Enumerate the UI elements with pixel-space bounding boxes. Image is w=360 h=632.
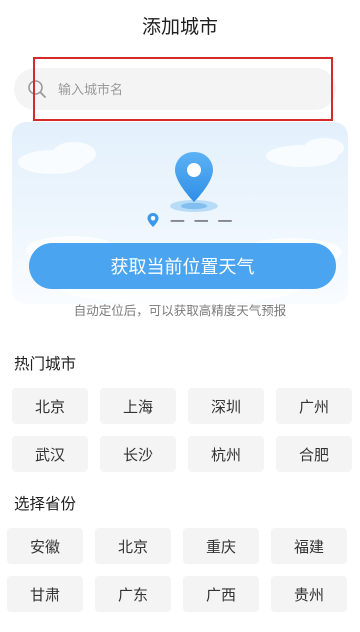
province-chip[interactable]: 广东 [95,576,171,612]
search-input[interactable] [56,68,320,112]
hot-city-chip[interactable]: 北京 [12,388,88,424]
province-chip[interactable]: 重庆 [183,528,259,564]
provinces-title: 选择省份 [14,495,77,513]
province-chip[interactable]: 甘肃 [7,576,83,612]
hot-city-chip[interactable]: 上海 [100,388,176,424]
hot-city-chip[interactable]: 长沙 [100,436,176,472]
hot-city-chip[interactable]: 深圳 [188,388,264,424]
provinces-grid: 安徽 北京 重庆 福建 甘肃 广东 广西 贵州 [7,528,347,612]
hot-city-chip[interactable]: 广州 [276,388,352,424]
province-chip[interactable]: 广西 [183,576,259,612]
hot-city-chip[interactable]: 杭州 [188,436,264,472]
province-chip[interactable]: 北京 [95,528,171,564]
province-chip[interactable]: 福建 [271,528,347,564]
hot-cities-grid: 北京 上海 深圳 广州 武汉 长沙 杭州 合肥 [12,388,352,472]
current-location-row: — — — [146,210,235,230]
locate-hint: 自动定位后，可以获取高精度天气预报 [73,303,287,318]
location-dot-icon [147,213,159,227]
province-chip[interactable]: 安徽 [7,528,83,564]
hot-city-chip[interactable]: 合肥 [276,436,352,472]
hot-city-chip[interactable]: 武汉 [12,436,88,472]
get-location-weather-button[interactable]: 获取当前位置天气 [29,243,336,289]
hot-cities-title: 热门城市 [14,355,77,373]
search-icon [28,80,46,98]
location-pin-icon [170,152,218,212]
current-location-text: — — — [170,211,235,229]
page-title: 添加城市 [141,16,218,38]
province-chip[interactable]: 贵州 [271,576,347,612]
search-box[interactable] [14,68,336,112]
